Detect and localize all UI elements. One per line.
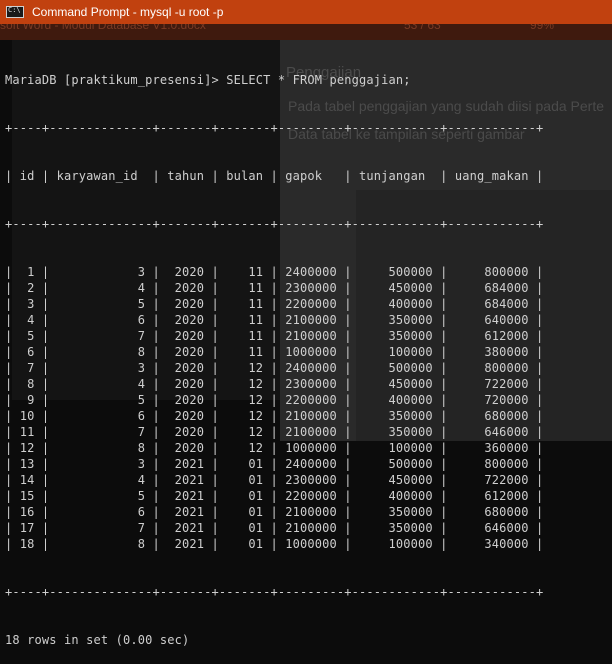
window-title: Command Prompt - mysql -u root -p	[32, 5, 224, 19]
table-row: | 15 | 5 | 2021 | 01 | 2200000 | 400000 …	[5, 489, 544, 503]
table-row: | 6 | 8 | 2020 | 11 | 1000000 | 100000 |…	[5, 345, 544, 359]
console-prompt: MariaDB [praktikum_presensi]> SELECT * F…	[5, 73, 411, 87]
window-titlebar[interactable]: Command Prompt - mysql -u root -p	[0, 0, 612, 24]
table-rows: | 1 | 3 | 2020 | 11 | 2400000 | 500000 |…	[5, 264, 612, 552]
table-row: | 4 | 6 | 2020 | 11 | 2100000 | 350000 |…	[5, 313, 544, 327]
table-row: | 10 | 6 | 2020 | 12 | 2100000 | 350000 …	[5, 409, 544, 423]
result-summary: 18 rows in set (0.00 sec)	[5, 633, 190, 647]
table-row: | 13 | 3 | 2021 | 01 | 2400000 | 500000 …	[5, 457, 544, 471]
table-row: | 12 | 8 | 2020 | 12 | 1000000 | 100000 …	[5, 441, 544, 455]
table-header: | id | karyawan_id | tahun | bulan | gap…	[5, 169, 544, 183]
table-row: | 17 | 7 | 2021 | 01 | 2100000 | 350000 …	[5, 521, 544, 535]
table-border-top: +----+--------------+-------+-------+---…	[5, 121, 544, 135]
table-row: | 7 | 3 | 2020 | 12 | 2400000 | 500000 |…	[5, 361, 544, 375]
table-row: | 14 | 4 | 2021 | 01 | 2300000 | 450000 …	[5, 473, 544, 487]
table-row: | 11 | 7 | 2020 | 12 | 2100000 | 350000 …	[5, 425, 544, 439]
table-row: | 2 | 4 | 2020 | 11 | 2300000 | 450000 |…	[5, 281, 544, 295]
table-row: | 3 | 5 | 2020 | 11 | 2200000 | 400000 |…	[5, 297, 544, 311]
table-row: | 18 | 8 | 2021 | 01 | 1000000 | 100000 …	[5, 537, 544, 551]
table-row: | 5 | 7 | 2020 | 11 | 2100000 | 350000 |…	[5, 329, 544, 343]
cmd-icon	[6, 6, 24, 18]
table-border-header: +----+--------------+-------+-------+---…	[5, 217, 544, 231]
table-row: | 1 | 3 | 2020 | 11 | 2400000 | 500000 |…	[5, 265, 544, 279]
table-row: | 9 | 5 | 2020 | 12 | 2200000 | 400000 |…	[5, 393, 544, 407]
table-row: | 8 | 4 | 2020 | 12 | 2300000 | 450000 |…	[5, 377, 544, 391]
table-border-bottom: +----+--------------+-------+-------+---…	[5, 585, 544, 599]
table-row: | 16 | 6 | 2021 | 01 | 2100000 | 350000 …	[5, 505, 544, 519]
console-output[interactable]: MariaDB [praktikum_presensi]> SELECT * F…	[5, 40, 612, 664]
